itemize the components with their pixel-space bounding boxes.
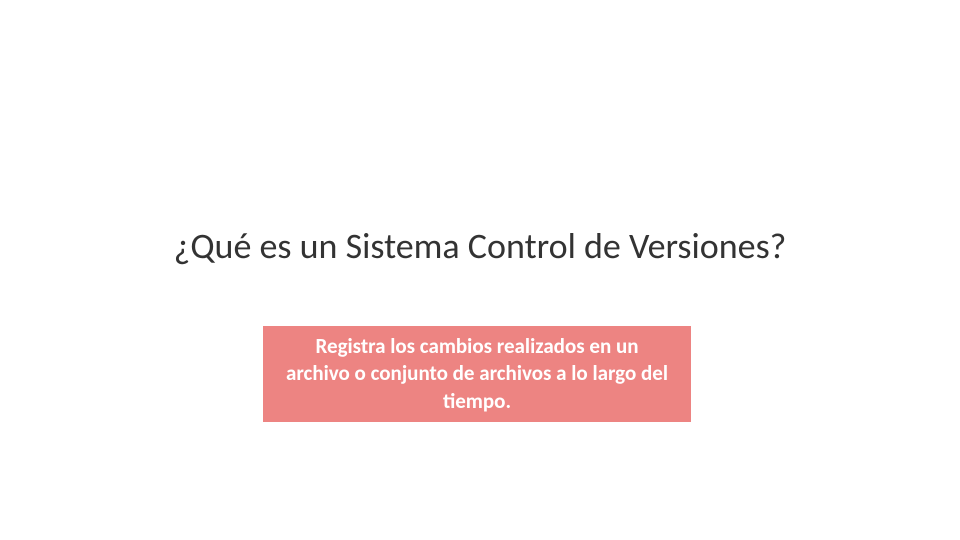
definition-text: Registra los cambios realizados en un ar…: [285, 333, 669, 415]
slide-title: ¿Qué es un Sistema Control de Versiones?: [0, 224, 960, 268]
definition-box: Registra los cambios realizados en un ar…: [263, 326, 691, 422]
